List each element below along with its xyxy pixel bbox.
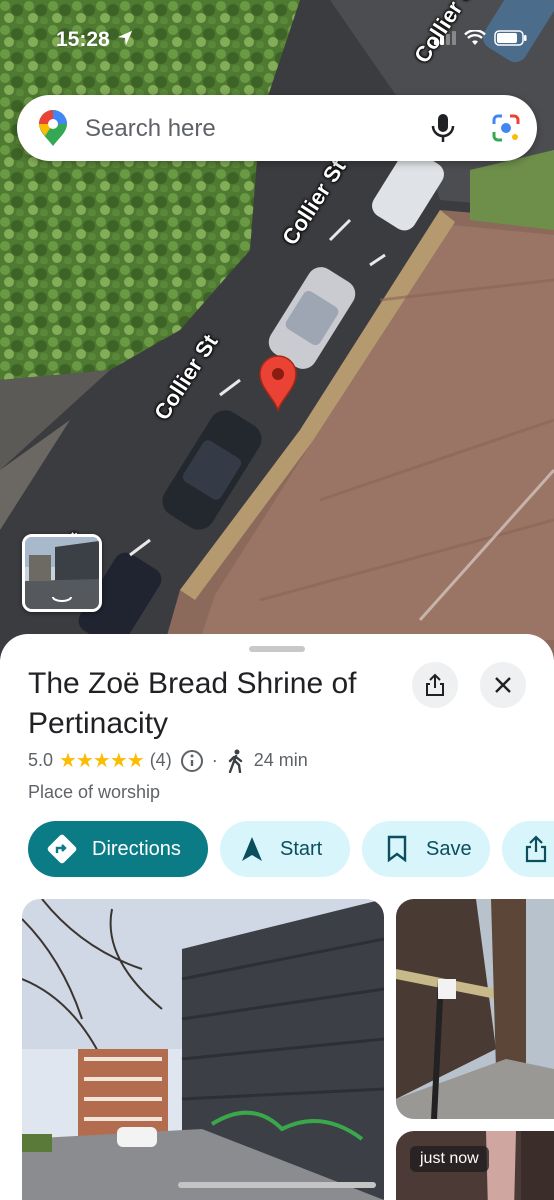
directions-label: Directions (92, 837, 181, 860)
status-time: 15:28 (56, 28, 134, 52)
place-title: The Zoë Bread Shrine of Pertinacity (28, 667, 357, 740)
battery-icon (494, 30, 527, 46)
search-input[interactable]: Search here (85, 115, 216, 143)
save-button[interactable]: Save (362, 821, 490, 877)
walk-time: 24 min (253, 750, 308, 770)
rating-stars: ★★★★★ (59, 750, 145, 772)
share-button[interactable] (412, 662, 458, 708)
close-button[interactable] (480, 662, 526, 708)
navigation-icon (242, 837, 262, 861)
location-arrow-icon (117, 30, 132, 46)
bookmark-icon (387, 835, 407, 863)
start-button[interactable]: Start (220, 821, 350, 877)
info-icon[interactable] (180, 749, 204, 773)
place-photo-2[interactable] (396, 899, 554, 1119)
start-label: Start (280, 837, 323, 860)
home-indicator (178, 1182, 376, 1188)
share-icon (525, 835, 547, 863)
mic-icon[interactable] (425, 110, 461, 146)
save-label: Save (426, 837, 472, 860)
sheet-drag-handle[interactable] (249, 646, 305, 652)
place-category: Place of worship (28, 782, 161, 802)
place-sheet: The Zoë Bread Shrine of Pertinacity 5.0 … (0, 634, 554, 1200)
close-icon (495, 677, 511, 693)
place-photo-main[interactable] (22, 899, 384, 1200)
rating-value: 5.0 (28, 750, 54, 770)
wifi-icon (464, 30, 486, 45)
search-bar[interactable]: Search here (17, 95, 537, 161)
status-icons (434, 30, 528, 46)
share-icon (426, 673, 444, 696)
street-view-image (25, 537, 99, 609)
separator: · (211, 750, 218, 770)
photo-image (396, 899, 554, 1119)
share-chip-button[interactable] (502, 821, 554, 877)
signal-icon (434, 31, 456, 45)
rating-row: 5.0 ★★★★★ (4) · 24 min (28, 748, 308, 773)
photo-image (22, 899, 384, 1200)
directions-button[interactable]: Directions (28, 821, 208, 877)
map-view[interactable]: Collier St Collier St Collier St St 15:2… (0, 0, 554, 660)
lens-icon[interactable] (488, 110, 524, 146)
maps-pin-icon (39, 110, 67, 146)
review-count[interactable]: (4) (150, 750, 172, 771)
photo-age-badge: just now (410, 1146, 489, 1172)
street-view-thumbnail[interactable] (22, 534, 102, 612)
directions-icon (47, 834, 77, 864)
walk-icon (228, 749, 242, 773)
